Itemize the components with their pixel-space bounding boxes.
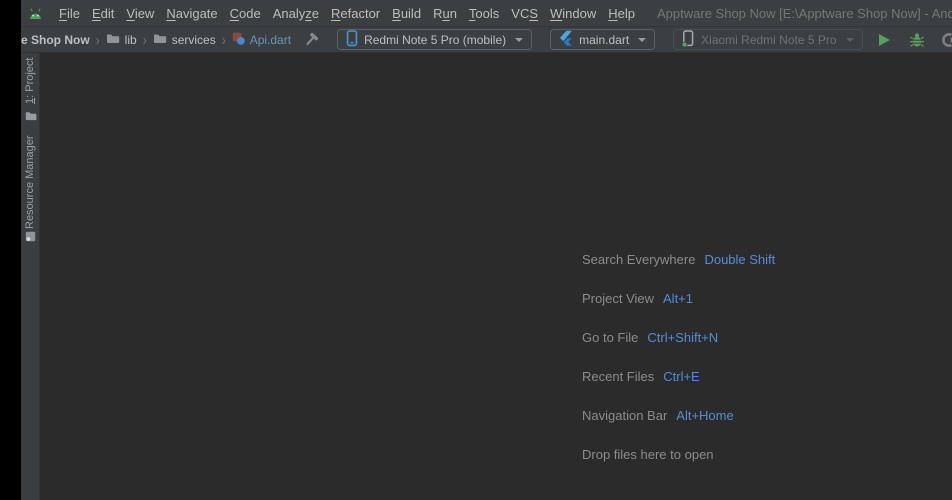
window-title: Apptware Shop Now [E:\Apptware Shop Now]…: [657, 5, 952, 21]
build-hammer-icon[interactable]: [303, 32, 319, 48]
chevron-right-icon: ›: [95, 30, 100, 49]
phone-icon: [346, 29, 358, 50]
sidebar-tab-project[interactable]: 1: Project: [24, 58, 37, 104]
play-icon: [879, 33, 891, 46]
menu-item-refactor[interactable]: Refactor: [325, 6, 386, 21]
chevron-down-icon: [845, 37, 854, 42]
breadcrumb-lib[interactable]: lib: [106, 33, 137, 47]
chevron-right-icon: ›: [142, 30, 147, 49]
hint-recent-files: Recent Files Ctrl+E: [582, 369, 700, 384]
folder-icon: [106, 33, 120, 47]
android-studio-window: File Edit View Navigate Code Analyze Ref…: [0, 0, 952, 500]
hint-go-to-file: Go to File Ctrl+Shift+N: [582, 330, 719, 345]
menu-item-tools[interactable]: Tools: [463, 6, 505, 21]
menu-item-edit[interactable]: Edit: [86, 6, 120, 21]
chevron-right-icon: ›: [221, 30, 226, 49]
menu-item-vcs[interactable]: VCS: [505, 6, 544, 21]
android-studio-logo-icon: [27, 7, 44, 20]
chevron-down-icon: [638, 37, 647, 42]
keyboard-shortcut-hints: Search Everywhere Double Shift Project Vi…: [582, 240, 775, 474]
connected-phone-icon: [681, 29, 695, 50]
dart-file-icon: [232, 32, 245, 48]
menu-item-build[interactable]: Build: [386, 6, 427, 21]
editor-empty-area: Search Everywhere Double Shift Project Vi…: [40, 53, 952, 500]
breadcrumb-project[interactable]: e Shop Now: [21, 33, 90, 47]
target-device-dropdown[interactable]: Xiaomi Redmi Note 5 Pro: [673, 29, 863, 50]
device-selector-dropdown[interactable]: Redmi Note 5 Pro (mobile): [337, 29, 533, 50]
folder-icon: [153, 33, 167, 47]
sidebar-tab-resource-manager[interactable]: Resource Manager: [24, 135, 37, 229]
menu-item-view[interactable]: View: [120, 6, 160, 21]
breadcrumb-file[interactable]: Api.dart: [232, 32, 291, 48]
hint-navigation-bar: Navigation Bar Alt+Home: [582, 408, 734, 423]
attach-debugger-button[interactable]: [940, 31, 952, 49]
menu-item-help[interactable]: Help: [602, 6, 641, 21]
run-actions: [876, 31, 952, 49]
hint-drop-files: Drop files here to open: [582, 447, 714, 462]
menu-item-window[interactable]: Window: [544, 6, 602, 21]
hint-project-view: Project View Alt+1: [582, 291, 694, 306]
debug-button[interactable]: [908, 31, 926, 49]
menu-item-code[interactable]: Code: [224, 6, 267, 21]
menu-item-run[interactable]: Run: [427, 6, 463, 21]
breadcrumb: e Shop Now › lib › services › Api.dart: [21, 30, 291, 49]
menu-item-navigate[interactable]: Navigate: [160, 6, 223, 21]
flutter-icon: [559, 30, 573, 49]
breadcrumb-services[interactable]: services: [153, 33, 216, 47]
menu-item-analyze[interactable]: Analyze: [267, 6, 325, 21]
chevron-down-icon: [515, 37, 524, 42]
bug-icon: [909, 32, 924, 47]
window-left-cutoff: [0, 0, 21, 500]
hint-search-everywhere: Search Everywhere Double Shift: [582, 252, 776, 267]
run-button[interactable]: [876, 31, 894, 49]
run-config-dropdown[interactable]: main.dart: [550, 29, 656, 50]
menu-bar: File Edit View Navigate Code Analyze Ref…: [0, 0, 952, 27]
project-folder-icon: [25, 111, 37, 121]
attach-debugger-icon: [941, 32, 952, 47]
menu-item-file[interactable]: File: [53, 6, 86, 21]
resource-manager-icon: [25, 231, 36, 242]
navigation-toolbar: e Shop Now › lib › services › Api.dart R…: [0, 27, 952, 53]
